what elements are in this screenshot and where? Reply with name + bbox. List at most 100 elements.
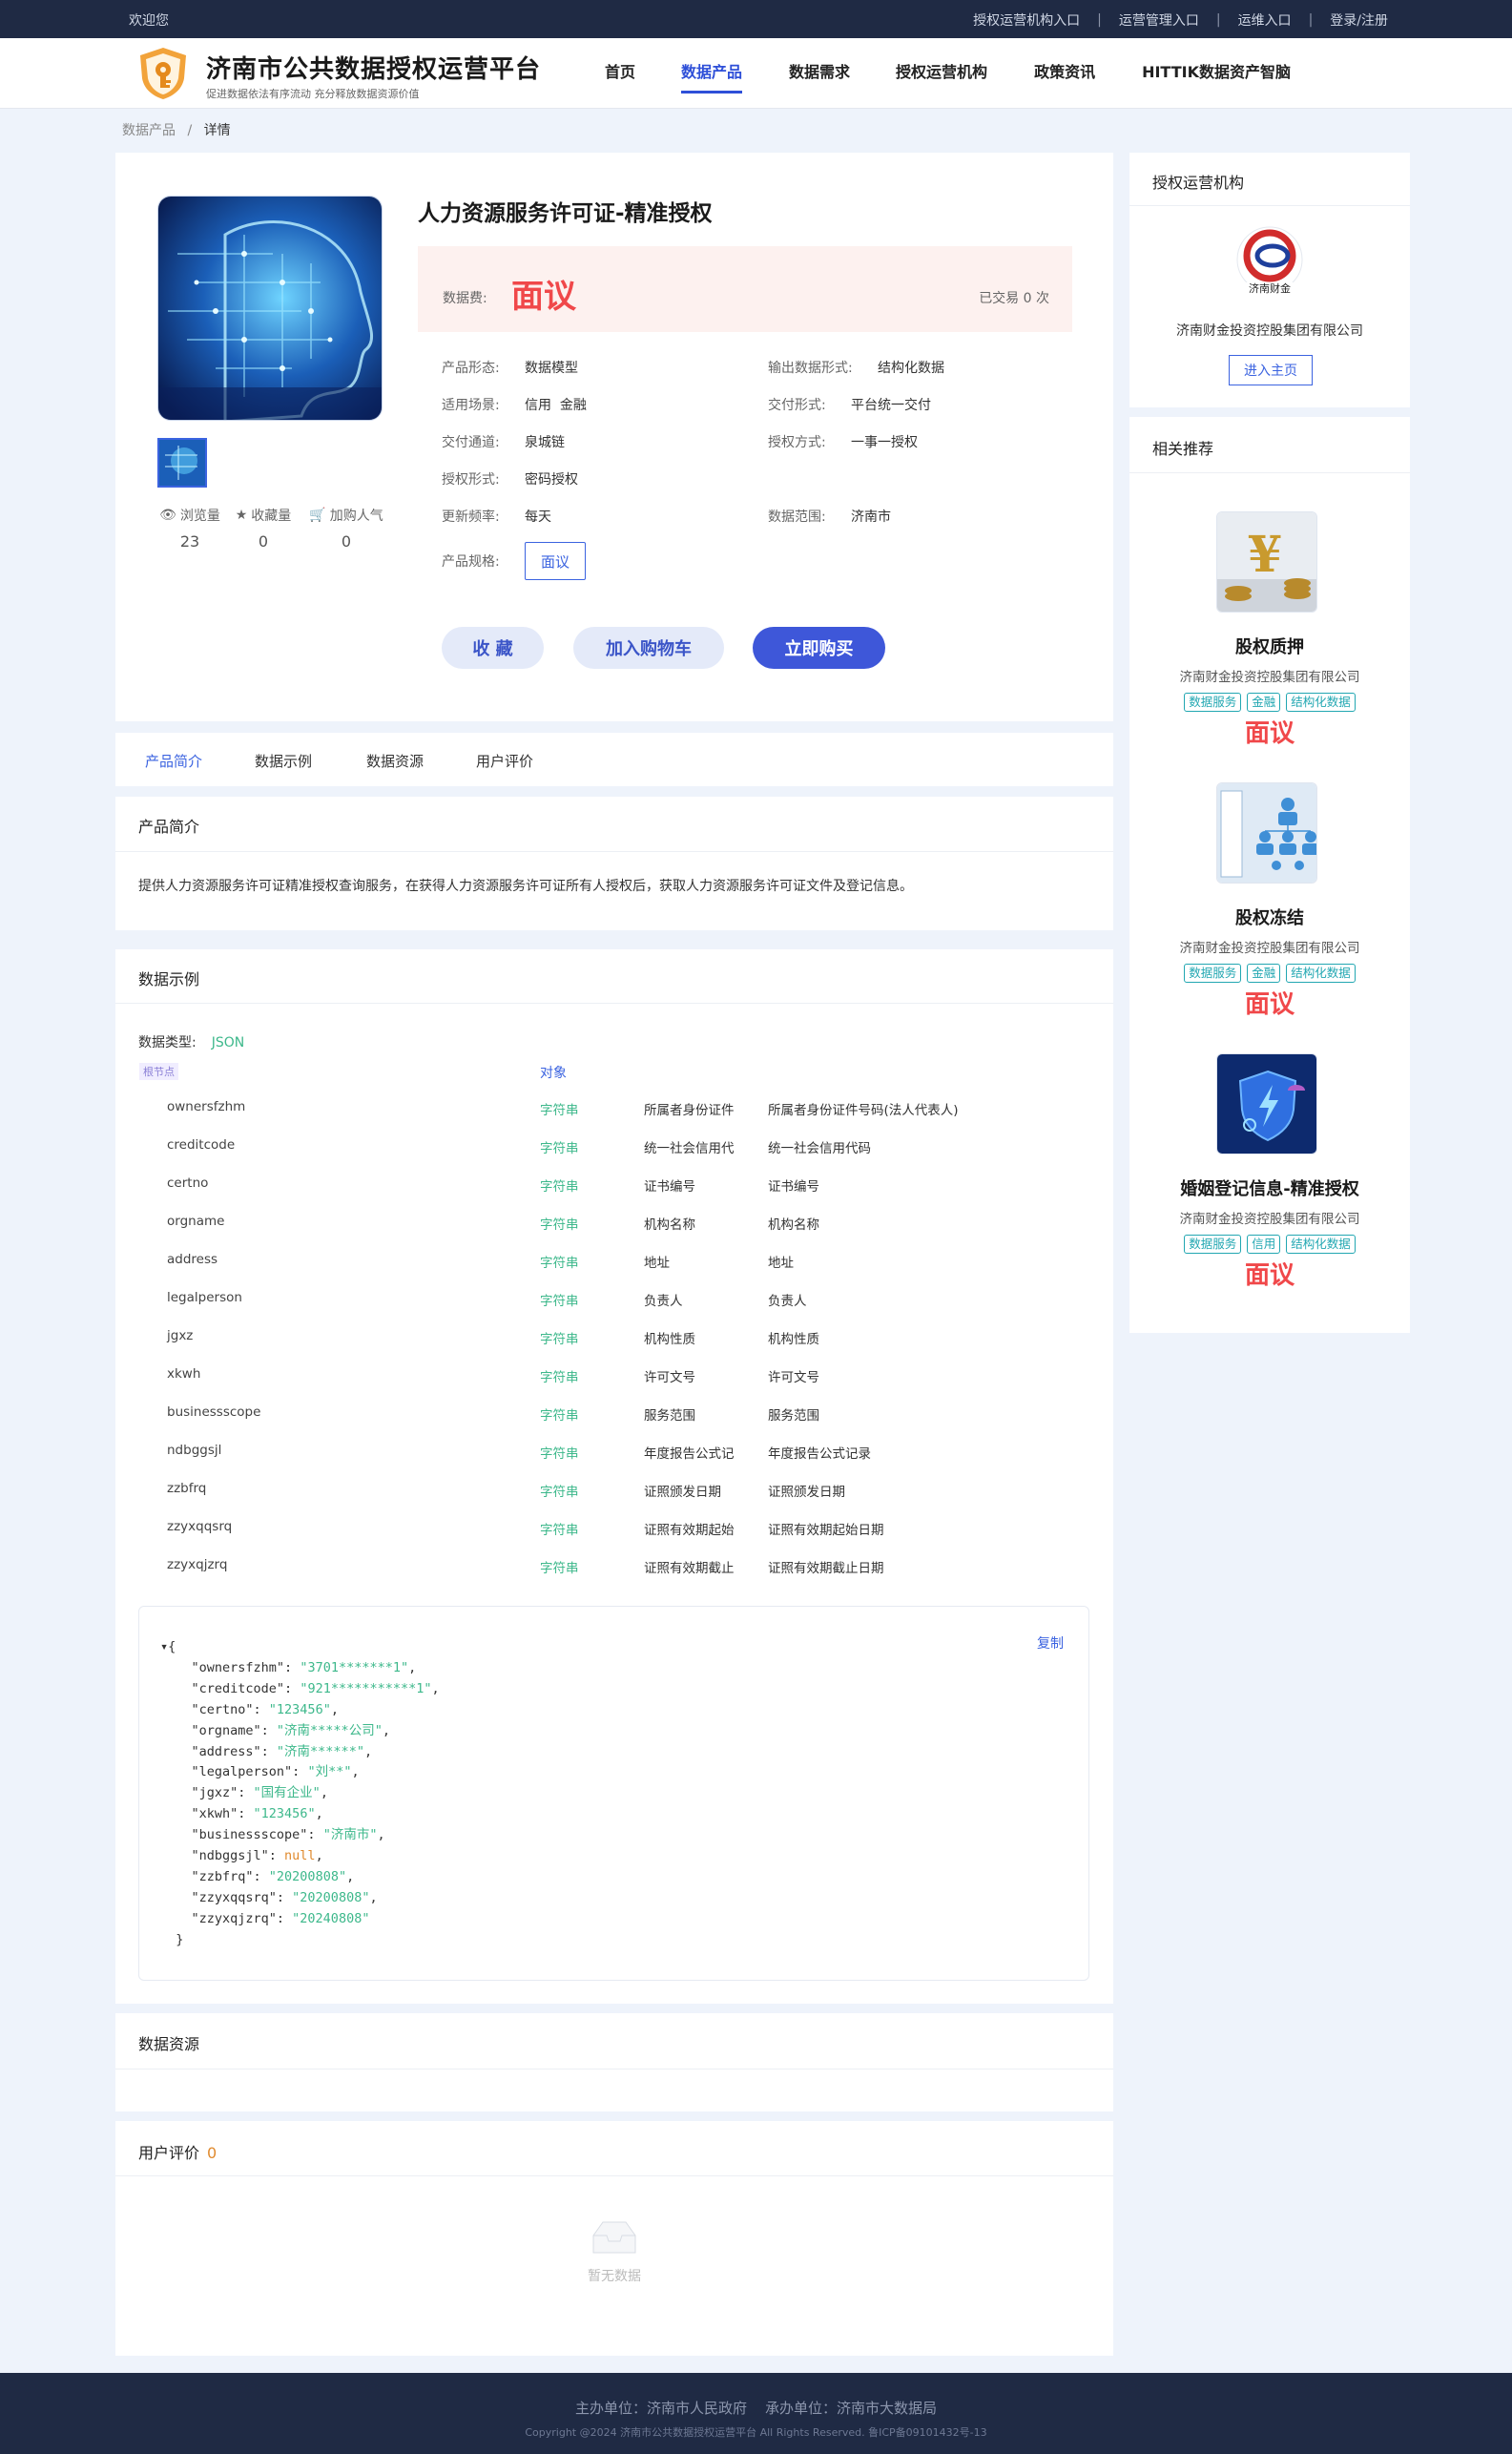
field-zh-name: 负责人 bbox=[644, 1294, 683, 1309]
data-type-value: JSON bbox=[211, 1035, 245, 1050]
json-value: "20240808" bbox=[292, 1910, 370, 1926]
field-row: certno 字符串 证书编号 证书编号 bbox=[0, 1175, 1113, 1214]
field-row: xkwh 字符串 许可文号 许可文号 bbox=[0, 1366, 1113, 1404]
org-entry-link[interactable]: 授权运营机构入口 bbox=[973, 10, 1080, 30]
nav-authorized-orgs[interactable]: 授权运营机构 bbox=[896, 59, 987, 82]
tag: 结构化数据 bbox=[1286, 964, 1356, 983]
json-value: null bbox=[284, 1848, 316, 1864]
field-type: 字符串 bbox=[540, 1370, 579, 1385]
json-key: "zzyxqjzrq": bbox=[160, 1910, 293, 1926]
divider bbox=[1129, 205, 1410, 206]
field-type: 字符串 bbox=[540, 1561, 579, 1576]
field-zh-name: 机构名称 bbox=[644, 1217, 695, 1233]
site-title[interactable]: 济南市公共数据授权运营平台 bbox=[206, 50, 541, 85]
json-line: "legalperson": "刘**", bbox=[160, 1764, 360, 1780]
recommend-name[interactable]: 婚姻登记信息-精准授权 bbox=[1129, 1175, 1410, 1200]
field-zh-name: 地址 bbox=[644, 1256, 670, 1271]
field-name: businessscope bbox=[167, 1404, 261, 1420]
attr-value: 泉城链 bbox=[525, 435, 565, 450]
tab-resource[interactable]: 数据资源 bbox=[366, 751, 424, 771]
tab-intro[interactable]: 产品简介 bbox=[145, 751, 202, 771]
attr-spec: 产品规格: bbox=[442, 551, 500, 571]
nav-policy-news[interactable]: 政策资讯 bbox=[1034, 59, 1095, 82]
recommend-image[interactable]: ¥ bbox=[1216, 511, 1317, 613]
maintenance-link[interactable]: 运维入口 bbox=[1238, 10, 1292, 30]
tag: 结构化数据 bbox=[1286, 1235, 1356, 1254]
json-close-brace: } bbox=[160, 1931, 184, 1947]
recommend-image[interactable] bbox=[1216, 1053, 1317, 1154]
json-key: "businessscope": bbox=[160, 1827, 323, 1843]
product-title: 人力资源服务许可证-精准授权 bbox=[418, 201, 713, 226]
divider bbox=[115, 1003, 1113, 1004]
shield-logo-icon[interactable] bbox=[136, 46, 190, 101]
recommend-image[interactable] bbox=[1216, 782, 1317, 884]
attr-value: 平台统一交付 bbox=[851, 398, 931, 413]
intro-title: 产品简介 bbox=[138, 818, 200, 836]
org-homepage-button[interactable]: 进入主页 bbox=[1229, 355, 1313, 385]
recommend-name[interactable]: 股权冻结 bbox=[1129, 905, 1410, 929]
json-collapse-toggle[interactable]: ▾{ bbox=[160, 1639, 176, 1654]
json-line: "orgname": "济南*****公司", bbox=[160, 1722, 390, 1738]
tag: 数据服务 bbox=[1184, 964, 1242, 983]
attr-value: 信用 金融 bbox=[525, 398, 587, 413]
json-value: "3701*******1" bbox=[300, 1659, 409, 1675]
field-zh-name: 年度报告公式记 bbox=[644, 1446, 735, 1462]
object-type-label: 对象 bbox=[540, 1066, 567, 1081]
resource-title: 数据资源 bbox=[138, 2035, 200, 2053]
field-type: 字符串 bbox=[540, 1103, 579, 1118]
eye-icon: 👁 bbox=[159, 508, 176, 523]
json-line: "ownersfzhm": "3701*******1", bbox=[160, 1659, 417, 1675]
field-description: 证照有效期起始日期 bbox=[768, 1523, 884, 1538]
field-type: 字符串 bbox=[540, 1485, 579, 1500]
recommend-name[interactable]: 股权质押 bbox=[1129, 634, 1410, 658]
footer-copyright: Copyright @2024 济南市公共数据授权运营平台 All Rights… bbox=[525, 2426, 987, 2439]
field-type: 字符串 bbox=[540, 1256, 579, 1271]
field-row: zzyxqqsrq 字符串 证照有效期起始 证照有效期起始日期 bbox=[0, 1519, 1113, 1557]
org-section-title: 授权运营机构 bbox=[1152, 174, 1245, 192]
attr-label: 产品形态: bbox=[442, 361, 500, 376]
field-zh-name: 许可文号 bbox=[644, 1370, 695, 1385]
field-type: 字符串 bbox=[540, 1408, 579, 1424]
field-zh-name: 所属者身份证件 bbox=[644, 1103, 735, 1118]
divider bbox=[115, 2175, 1113, 2176]
product-thumbnail[interactable] bbox=[157, 438, 207, 488]
json-key: "zzyxqqsrq": bbox=[160, 1889, 293, 1905]
intro-text: 提供人力资源服务许可证精准授权查询服务，在获得人力资源服务许可证所有人授权后，获… bbox=[138, 879, 913, 894]
json-value: "921***********1" bbox=[300, 1680, 432, 1696]
tab-reviews[interactable]: 用户评价 bbox=[476, 751, 533, 771]
field-row: businessscope 字符串 服务范围 服务范围 bbox=[0, 1404, 1113, 1443]
svg-text:¥: ¥ bbox=[1248, 526, 1282, 584]
json-value: "20200808" bbox=[292, 1889, 370, 1905]
add-to-cart-button[interactable]: 加入购物车 bbox=[573, 627, 724, 669]
attr-auth-form: 授权形式: 密码授权 bbox=[442, 469, 578, 489]
copy-button[interactable]: 复制 bbox=[1037, 1633, 1064, 1653]
json-key: "ownersfzhm": bbox=[160, 1659, 300, 1675]
buy-now-button[interactable]: 立即购买 bbox=[753, 627, 885, 669]
data-type: 数据类型: JSON bbox=[138, 1032, 244, 1051]
json-key: "xkwh": bbox=[160, 1806, 254, 1822]
attr-delivery: 交付形式: 平台统一交付 bbox=[768, 395, 931, 414]
nav-data-products[interactable]: 数据产品 bbox=[681, 59, 743, 94]
nav-data-demand[interactable]: 数据需求 bbox=[789, 59, 850, 82]
recommend-org: 济南财金投资控股集团有限公司 bbox=[1179, 941, 1360, 956]
favorite-button[interactable]: 收 藏 bbox=[442, 627, 544, 669]
json-key: "legalperson": bbox=[160, 1764, 308, 1780]
recommend-org: 济南财金投资控股集团有限公司 bbox=[1179, 1212, 1360, 1227]
field-description: 地址 bbox=[768, 1256, 794, 1271]
spec-option-button[interactable]: 面议 bbox=[525, 542, 586, 580]
ops-management-link[interactable]: 运营管理入口 bbox=[1119, 10, 1199, 30]
breadcrumb-parent[interactable]: 数据产品 bbox=[122, 123, 176, 138]
json-line: "zzyxqqsrq": "20200808", bbox=[160, 1889, 378, 1905]
breadcrumb: 数据产品 / 详情 bbox=[122, 120, 231, 139]
tab-sample[interactable]: 数据示例 bbox=[255, 751, 312, 771]
field-zh-name: 证照颁发日期 bbox=[644, 1485, 721, 1500]
views-label: 浏览量 bbox=[179, 509, 220, 524]
nav-home[interactable]: 首页 bbox=[605, 59, 635, 82]
field-description: 统一社会信用代码 bbox=[768, 1141, 871, 1156]
field-type: 字符串 bbox=[540, 1446, 579, 1462]
sample-title: 数据示例 bbox=[138, 970, 200, 988]
attr-label: 交付形式: bbox=[768, 398, 826, 413]
login-register-link[interactable]: 登录/注册 bbox=[1330, 10, 1388, 30]
attr-value: 每天 bbox=[525, 510, 551, 525]
nav-hittik-brain[interactable]: HITTIK数据资产智脑 bbox=[1142, 59, 1291, 82]
